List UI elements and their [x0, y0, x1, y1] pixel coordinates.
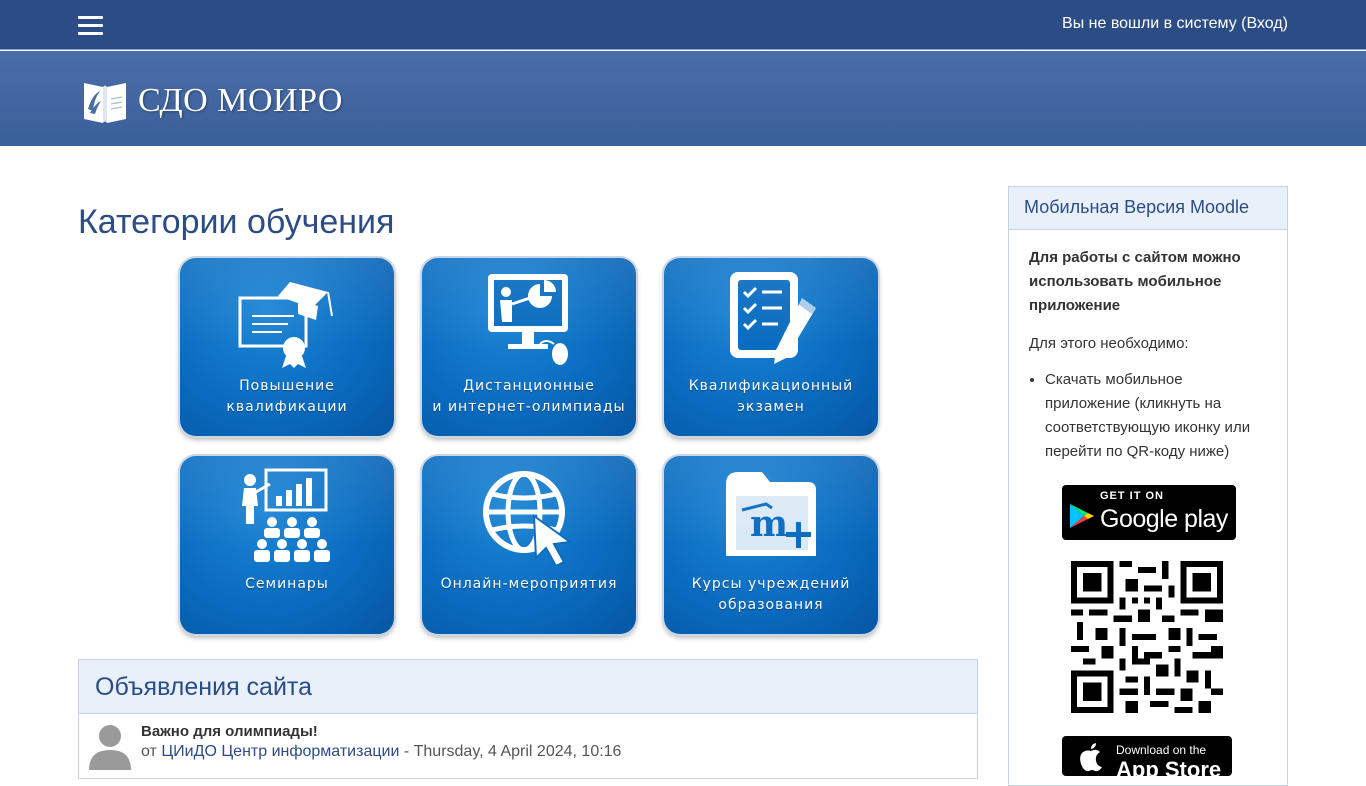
block-body: Для работы с сайтом можно использовать м… — [1009, 230, 1287, 480]
avatar-icon — [89, 725, 131, 770]
globe-cursor-icon — [483, 471, 573, 566]
tile-seminars[interactable]: Семинары — [180, 456, 394, 634]
seminar-audience-icon — [242, 468, 330, 562]
announcement-title[interactable]: Важно для олимпиады! — [141, 723, 318, 740]
google-play-badge[interactable]: GET IT ON Google play — [1062, 485, 1236, 540]
tile-label: Курсы учреждений — [691, 576, 851, 592]
announcement-meta: от ЦИиДО Центр информатизации - Thursday… — [141, 743, 621, 761]
mobile-app-block: Мобильная Версия Moodle Для работы с сай… — [1008, 186, 1288, 786]
google-play-small-text: GET IT ON — [1100, 490, 1164, 502]
login-status[interactable]: Вы не вошли в систему (Вход) — [1062, 15, 1288, 33]
checklist-pencil-icon — [730, 272, 816, 364]
tile-label: Дистанционные — [463, 378, 595, 394]
tile-label: и интернет-олимпиады — [432, 399, 626, 415]
block-requirement: Для этого необходимо: — [1029, 335, 1189, 352]
announcement-item: Важно для олимпиады! от ЦИиДО Центр инфо… — [79, 714, 977, 774]
block-title: Мобильная Версия Moodle — [1009, 187, 1287, 230]
tile-institution-courses[interactable]: m Курсы учреждений образования — [664, 456, 878, 634]
announcements-title: Объявления сайта — [79, 660, 977, 714]
google-play-icon — [1070, 504, 1094, 528]
open-book-logo-icon — [84, 83, 126, 123]
moodle-folder-plus-icon: m — [726, 472, 816, 556]
site-banner: СДО МОИРО — [0, 51, 1366, 146]
tile-qualification-exam[interactable]: Квалификационный экзамен — [664, 258, 878, 436]
by-label: от — [141, 743, 157, 760]
page-title: Категории обучения — [78, 203, 395, 241]
site-announcements: Объявления сайта Важно для олимпиады! от… — [78, 659, 978, 779]
site-logo[interactable]: СДО МОИРО — [82, 77, 343, 125]
block-list: Скачать мобильное приложение (кликнуть н… — [1029, 368, 1267, 464]
qr-code-icon[interactable] — [1071, 561, 1223, 713]
hamburger-icon[interactable] — [78, 14, 104, 36]
author-link[interactable]: ЦИиДО Центр информатизации — [161, 743, 399, 760]
top-navbar: Вы не вошли в систему (Вход) — [0, 0, 1366, 50]
list-item: Скачать мобильное приложение (кликнуть н… — [1045, 368, 1267, 464]
svg-text:m: m — [750, 503, 788, 545]
presentation-computer-icon — [488, 274, 568, 365]
tile-label: квалификации — [226, 399, 348, 415]
category-tiles: Повышение квалификации Дистанционные и и… — [180, 258, 880, 638]
app-store-badge[interactable]: Download on the App Store — [1062, 736, 1232, 776]
tile-professional-development[interactable]: Повышение квалификации — [180, 258, 394, 436]
tile-label: Квалификационный — [688, 378, 854, 394]
logo-text: СДО МОИРО — [138, 82, 343, 119]
tile-label: образования — [718, 597, 824, 613]
app-store-big-text: App Store — [1116, 757, 1222, 776]
tile-olympiads[interactable]: Дистанционные и интернет-олимпиады — [422, 258, 636, 436]
app-store-small-text: Download on the — [1116, 743, 1207, 757]
block-intro: Для работы с сайтом можно использовать м… — [1029, 249, 1241, 314]
tile-label: Повышение — [239, 378, 335, 394]
login-link[interactable]: Вы не вошли в систему (Вход) — [1062, 15, 1288, 32]
tile-online-events[interactable]: Онлайн-мероприятия — [422, 456, 636, 634]
google-play-big-text: Google play — [1100, 505, 1228, 533]
tile-label: Семинары — [245, 576, 329, 592]
tile-label: Онлайн-мероприятия — [440, 576, 618, 592]
tile-label: экзамен — [737, 399, 805, 415]
certificate-graduation-icon — [238, 282, 333, 368]
announcement-date: - Thursday, 4 April 2024, 10:16 — [403, 743, 622, 760]
